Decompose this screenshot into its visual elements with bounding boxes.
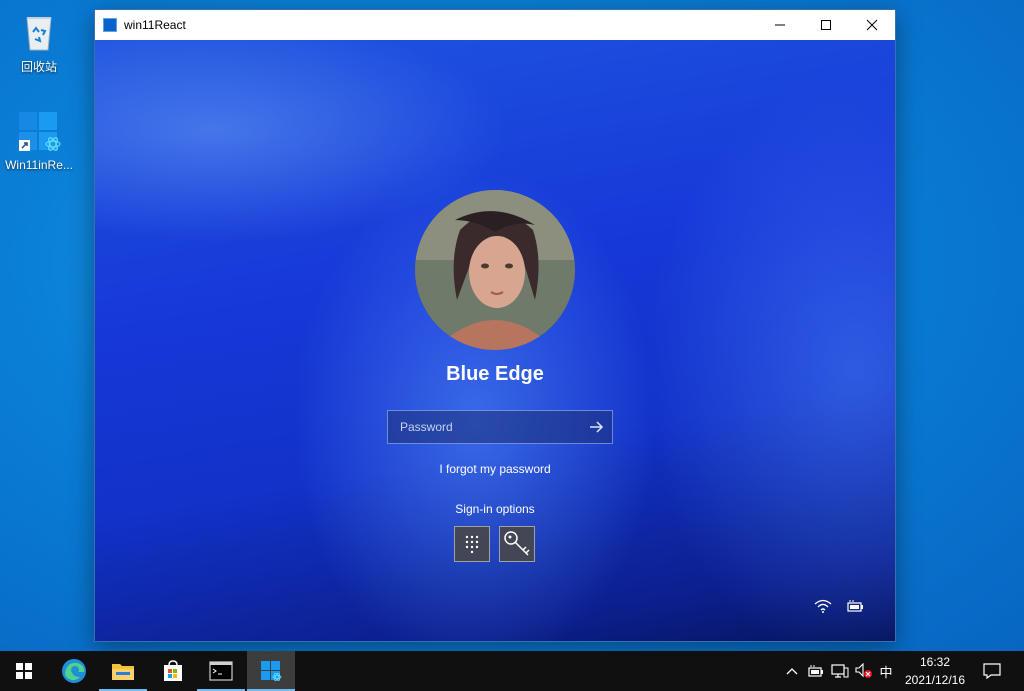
app-icon [103,18,117,32]
password-field [387,410,613,444]
maximize-icon [821,20,831,30]
recycle-bin-icon [17,10,61,54]
submit-arrow-icon[interactable] [588,419,604,435]
taskbar-file-explorer[interactable] [99,651,147,691]
battery-icon[interactable] [846,599,864,613]
signin-options-label: Sign-in options [455,502,535,516]
taskbar: 中 16:32 2021/12/16 [0,651,1024,691]
app-window: win11React Blue Edge I forgot my passwor… [95,10,895,641]
taskbar-terminal[interactable] [197,651,245,691]
show-hidden-icons-button[interactable] [783,663,801,679]
close-button[interactable] [849,10,895,40]
window-title: win11React [124,18,186,32]
desktop-icon-win11inreact[interactable]: Win11inRe... [2,110,76,172]
maximize-button[interactable] [803,10,849,40]
desktop-icon-label: 回收站 [20,60,57,74]
taskbar-edge[interactable] [50,651,98,691]
store-icon [164,660,182,681]
chevron-up-icon [786,668,798,675]
window-titlebar[interactable]: win11React [95,10,895,40]
win11react-app-icon [261,661,282,682]
taskbar-clock[interactable]: 16:32 2021/12/16 [896,653,974,689]
wifi-icon[interactable] [814,599,832,613]
key-icon [504,531,530,556]
close-icon [866,19,878,31]
tray-volume[interactable] [855,663,873,679]
clock-date: 2021/12/16 [904,673,966,687]
ime-indicator[interactable]: 中 [877,663,895,680]
user-avatar [415,190,575,350]
password-signin-button[interactable] [499,526,535,562]
edge-icon [62,659,86,683]
lock-screen: Blue Edge I forgot my password Sign-in o… [95,40,895,641]
clock-time: 16:32 [919,655,951,669]
tray-battery[interactable] [807,663,825,679]
desktop-icon-label: Win11inRe... [5,158,73,172]
taskbar-win11react[interactable] [247,651,295,691]
file-explorer-icon [112,664,134,680]
taskbar-store[interactable] [149,651,197,691]
pin-keypad-icon [465,535,479,554]
battery-icon [808,665,823,677]
minimize-button[interactable] [757,10,803,40]
notification-center-button[interactable] [982,663,1002,679]
password-input[interactable] [388,411,578,443]
notification-icon [983,663,1001,679]
network-icon [831,664,849,678]
start-button[interactable] [0,651,48,691]
desktop-icon-recycle-bin[interactable]: 回收站 [2,10,76,75]
start-icon [16,663,32,679]
terminal-icon [209,661,233,681]
pin-signin-button[interactable] [454,526,490,562]
tray-network[interactable] [831,663,849,679]
username: Blue Edge [446,363,544,385]
minimize-icon [775,24,785,26]
win11-react-shortcut-icon [17,110,61,154]
volume-muted-icon [855,663,872,678]
desktop: 回收站 Win11inRe... win11React Blue Edge I … [0,0,1024,651]
forgot-password-link[interactable]: I forgot my password [95,462,895,476]
